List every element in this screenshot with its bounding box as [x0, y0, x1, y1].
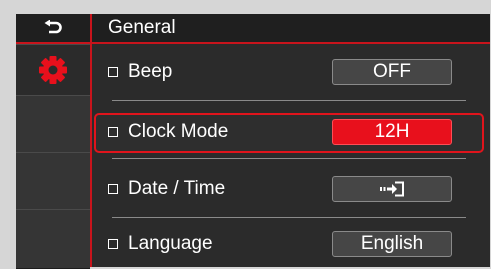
setting-label: Language [128, 233, 213, 254]
enter-arrow-icon [380, 181, 404, 197]
gear-icon [39, 56, 67, 84]
bullet-icon [108, 184, 118, 194]
setting-label: Beep [128, 61, 173, 82]
back-arrow-icon [44, 20, 62, 34]
setting-value-button[interactable]: English [332, 231, 452, 257]
setting-row-language[interactable]: Language English [94, 225, 484, 265]
bullet-icon [108, 67, 118, 77]
setting-label: Clock Mode [128, 121, 229, 142]
setting-row-clock-mode[interactable]: Clock Mode 12H [94, 113, 484, 153]
device-screen: General Beep OFF Clock Mode 12H Date / T… [16, 14, 490, 269]
setting-row-date-time[interactable]: Date / Time [94, 170, 484, 210]
bullet-icon [108, 127, 118, 137]
sidebar-tab-general[interactable] [16, 44, 90, 96]
sidebar [16, 44, 92, 269]
setting-enter-button[interactable] [332, 176, 452, 202]
divider [112, 100, 466, 101]
setting-value-button[interactable]: 12H [332, 119, 452, 145]
sidebar-tab-3[interactable] [16, 152, 90, 210]
bullet-icon [108, 239, 118, 249]
sidebar-tab-4[interactable] [16, 209, 90, 269]
page-title: General [108, 17, 176, 38]
setting-row-beep[interactable]: Beep OFF [94, 53, 484, 93]
setting-value-button[interactable]: OFF [332, 59, 452, 85]
sidebar-tab-2[interactable] [16, 95, 90, 153]
header-bar: General [16, 14, 490, 44]
setting-label: Date / Time [128, 178, 226, 199]
divider [112, 217, 466, 218]
back-button[interactable] [16, 14, 92, 42]
divider [112, 158, 466, 159]
